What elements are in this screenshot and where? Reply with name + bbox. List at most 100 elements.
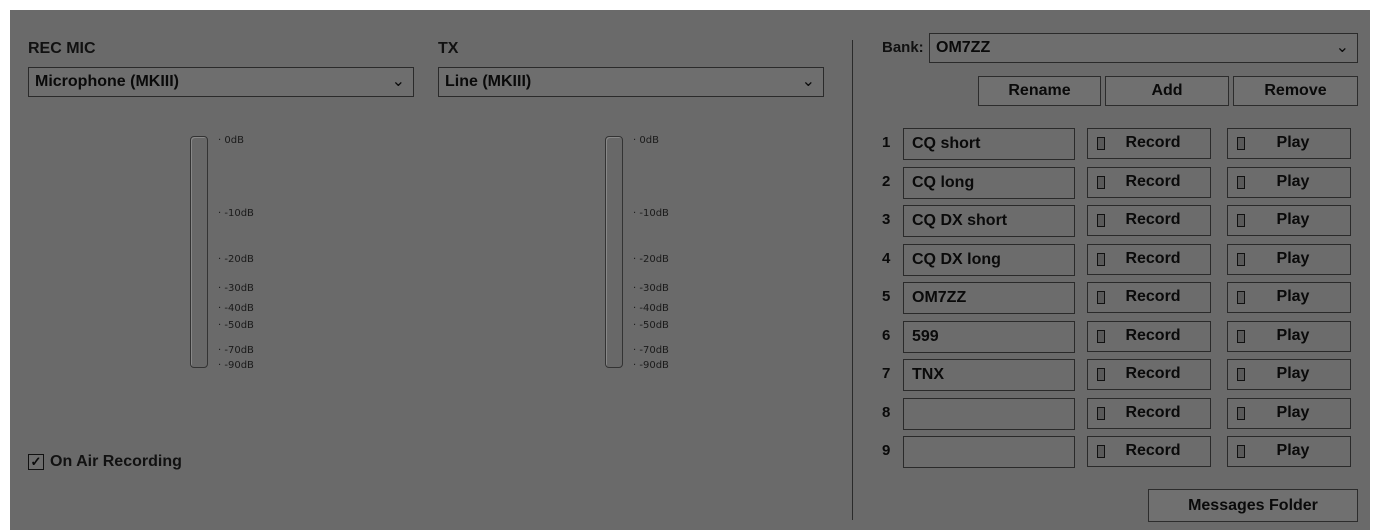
meter-scale-label: · -50dB: [218, 320, 254, 331]
record-button[interactable]: Record: [1087, 205, 1211, 236]
meter-scale-text: -10dB: [224, 208, 254, 219]
meter-scale-text: 0dB: [639, 135, 659, 146]
meter-scale-label: · -20dB: [633, 254, 669, 265]
record-button[interactable]: Record: [1087, 397, 1211, 429]
meter-scale-text: -70dB: [224, 345, 254, 356]
messages-folder-button[interactable]: Messages Folder: [1148, 489, 1358, 522]
rec-mic-value: Microphone (MKIII): [35, 73, 179, 90]
chevron-down-icon: ⌄: [801, 73, 815, 90]
meter-scale-label: · -70dB: [633, 345, 669, 356]
record-button-label: Record: [1125, 326, 1181, 344]
rec-mic-select[interactable]: Microphone (MKIII) ⌄: [28, 67, 414, 97]
play-button-label: Play: [1276, 172, 1310, 190]
rename-button[interactable]: Rename: [978, 76, 1101, 106]
remove-button[interactable]: Remove: [1233, 76, 1358, 106]
play-button-label: Play: [1276, 211, 1310, 228]
meter-scale-text: -90dB: [639, 360, 669, 371]
message-text-field[interactable]: CQ DX short: [903, 205, 1075, 237]
message-text-field[interactable]: [903, 397, 1075, 430]
voice-keyer-panel: REC MIC Microphone (MKIII) ⌄ TX Line (MK…: [10, 10, 1370, 530]
message-text-field[interactable]: [903, 436, 1075, 468]
tx-level-meter: [605, 136, 623, 368]
chevron-down-icon: ⌄: [391, 73, 405, 90]
meter-scale-text: -50dB: [639, 320, 669, 331]
message-text-field[interactable]: TNX: [903, 359, 1075, 391]
play-button-label: Play: [1276, 249, 1310, 267]
meter-scale-label: · -30dB: [633, 283, 669, 294]
message-text-field[interactable]: 599: [903, 320, 1075, 353]
meter-scale-label: · -40dB: [218, 303, 254, 314]
meter-scale-label: · 0dB: [218, 135, 244, 146]
record-button[interactable]: Record: [1087, 166, 1211, 198]
meter-scale-label: · -70dB: [218, 345, 254, 356]
play-button-label: Play: [1276, 288, 1310, 305]
record-button[interactable]: Record: [1087, 128, 1211, 159]
message-index: 6: [882, 326, 891, 344]
play-button[interactable]: Play: [1227, 320, 1351, 352]
bank-label: Bank:: [882, 39, 924, 56]
meter-scale-text: -50dB: [224, 320, 254, 331]
on-air-recording-checkbox[interactable]: ✓: [28, 454, 44, 470]
play-button[interactable]: Play: [1227, 128, 1351, 159]
message-index: 1: [882, 134, 891, 151]
meter-scale-text: -20dB: [639, 254, 669, 265]
rec-mic-label: REC MIC: [28, 40, 96, 57]
record-button-label: Record: [1125, 134, 1181, 151]
record-button[interactable]: Record: [1087, 320, 1211, 352]
bank-select[interactable]: OM7ZZ ⌄: [929, 33, 1358, 63]
record-button-label: Record: [1125, 442, 1181, 459]
play-button[interactable]: Play: [1227, 282, 1351, 313]
record-button-label: Record: [1125, 249, 1181, 267]
meter-scale-label: · -10dB: [218, 208, 254, 219]
record-button[interactable]: Record: [1087, 359, 1211, 390]
message-index: 3: [882, 211, 891, 228]
meter-scale-text: -20dB: [224, 254, 254, 265]
record-button-label: Record: [1125, 403, 1181, 421]
tx-select[interactable]: Line (MKIII) ⌄: [438, 67, 824, 97]
meter-scale-text: -10dB: [639, 208, 669, 219]
tx-value: Line (MKIII): [445, 73, 532, 90]
record-button-label: Record: [1125, 365, 1181, 382]
message-text-field[interactable]: CQ DX long: [903, 243, 1075, 276]
message-text-field[interactable]: OM7ZZ: [903, 282, 1075, 314]
message-index: 7: [882, 365, 891, 382]
message-index: 2: [882, 172, 891, 190]
play-button[interactable]: Play: [1227, 166, 1351, 198]
play-button[interactable]: Play: [1227, 436, 1351, 467]
record-button[interactable]: Record: [1087, 243, 1211, 275]
record-button[interactable]: Record: [1087, 436, 1211, 467]
message-text-field[interactable]: CQ short: [903, 128, 1075, 160]
play-button[interactable]: Play: [1227, 397, 1351, 429]
meter-scale-label: · -40dB: [633, 303, 669, 314]
meter-scale-label: · -90dB: [633, 360, 669, 371]
meter-scale-label: · -20dB: [218, 254, 254, 265]
meter-scale-label: · -50dB: [633, 320, 669, 331]
bank-value: OM7ZZ: [936, 39, 991, 56]
play-button-label: Play: [1276, 134, 1310, 151]
record-button-label: Record: [1125, 288, 1181, 305]
meter-scale-text: -40dB: [639, 303, 669, 314]
tx-label: TX: [438, 40, 459, 57]
on-air-recording-label: On Air Recording: [50, 453, 182, 470]
message-index: 5: [882, 288, 891, 305]
rec-mic-level-meter: [190, 136, 208, 368]
add-button[interactable]: Add: [1105, 76, 1229, 106]
meter-scale-label: · -30dB: [218, 283, 254, 294]
record-button-label: Record: [1125, 211, 1181, 228]
play-button-label: Play: [1276, 403, 1310, 421]
record-button[interactable]: Record: [1087, 282, 1211, 313]
play-button-label: Play: [1276, 442, 1310, 459]
play-button-label: Play: [1276, 326, 1310, 344]
meter-scale-label: · 0dB: [633, 135, 659, 146]
meter-scale-label: · -90dB: [218, 360, 254, 371]
message-text-field[interactable]: CQ long: [903, 166, 1075, 199]
meter-scale-text: 0dB: [224, 135, 244, 146]
chevron-down-icon: ⌄: [1335, 39, 1349, 56]
play-button[interactable]: Play: [1227, 359, 1351, 390]
section-divider: [852, 40, 853, 520]
record-button-label: Record: [1125, 172, 1181, 190]
play-button[interactable]: Play: [1227, 205, 1351, 236]
play-button[interactable]: Play: [1227, 243, 1351, 275]
meter-scale-text: -30dB: [639, 283, 669, 294]
play-button-label: Play: [1276, 365, 1310, 382]
